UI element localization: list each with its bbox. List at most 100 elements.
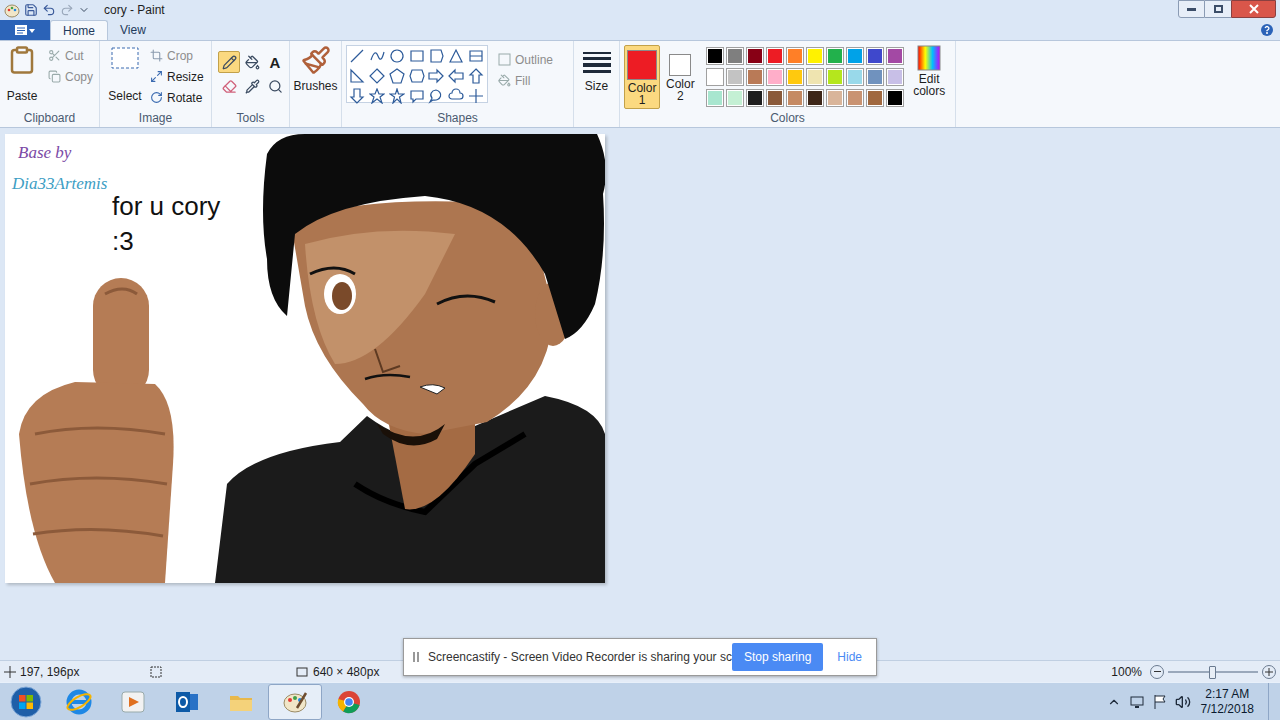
taskbar-app[interactable] bbox=[52, 684, 106, 720]
color-swatch[interactable] bbox=[826, 68, 844, 86]
show-hidden-icons-icon[interactable] bbox=[1107, 695, 1121, 709]
shape-icon[interactable] bbox=[428, 88, 444, 104]
color-swatch[interactable] bbox=[706, 68, 724, 86]
shape-icon[interactable] bbox=[369, 48, 385, 64]
copy-button[interactable]: Copy bbox=[46, 66, 95, 87]
help-icon[interactable] bbox=[1260, 23, 1274, 37]
shape-icon[interactable] bbox=[369, 88, 385, 104]
color-swatch[interactable] bbox=[866, 68, 884, 86]
ribbon-tab[interactable]: Home bbox=[50, 20, 108, 40]
color-swatch[interactable] bbox=[746, 47, 764, 65]
color-swatch[interactable] bbox=[846, 68, 864, 86]
undo-icon[interactable] bbox=[42, 3, 56, 17]
hide-button[interactable]: Hide bbox=[831, 648, 868, 666]
start-button[interactable] bbox=[0, 686, 52, 718]
customize-icon[interactable] bbox=[78, 4, 90, 16]
color2-button[interactable]: Color 2 bbox=[662, 45, 698, 109]
rotate-button[interactable]: Rotate bbox=[148, 87, 206, 108]
network-icon[interactable] bbox=[1129, 694, 1145, 710]
pencil-tool[interactable] bbox=[218, 51, 240, 73]
shape-icon[interactable] bbox=[409, 68, 425, 84]
zoom-out-button[interactable] bbox=[1150, 665, 1164, 679]
color-swatch[interactable] bbox=[866, 89, 884, 107]
save-icon[interactable] bbox=[24, 3, 38, 17]
shape-icon[interactable] bbox=[389, 88, 405, 104]
color-swatch[interactable] bbox=[746, 89, 764, 107]
color-swatch[interactable] bbox=[786, 47, 804, 65]
color-swatch[interactable] bbox=[746, 68, 764, 86]
magnifier-tool[interactable] bbox=[264, 75, 286, 97]
color-swatch[interactable] bbox=[866, 47, 884, 65]
zoom-slider[interactable] bbox=[1168, 665, 1258, 679]
color-swatch[interactable] bbox=[806, 89, 824, 107]
edit-colors-button[interactable]: Edit colors bbox=[907, 45, 951, 109]
paste-button[interactable]: Paste bbox=[4, 45, 40, 109]
color-swatch[interactable] bbox=[826, 89, 844, 107]
fill-tool[interactable] bbox=[241, 51, 263, 73]
color-swatch[interactable] bbox=[706, 89, 724, 107]
clock[interactable]: 2:17 AM7/12/2018 bbox=[1201, 687, 1254, 717]
color-swatch[interactable] bbox=[846, 47, 864, 65]
eraser-tool[interactable] bbox=[218, 75, 240, 97]
ribbon-tab[interactable]: View bbox=[108, 20, 158, 40]
taskbar-app[interactable] bbox=[322, 684, 376, 720]
taskbar-app[interactable] bbox=[160, 684, 214, 720]
redo-icon[interactable] bbox=[60, 3, 74, 17]
color-swatch[interactable] bbox=[806, 47, 824, 65]
taskbar-app[interactable] bbox=[214, 684, 268, 720]
color-swatch[interactable] bbox=[806, 68, 824, 86]
minimize-button[interactable] bbox=[1178, 0, 1205, 18]
color-swatch[interactable] bbox=[766, 47, 784, 65]
color-swatch[interactable] bbox=[786, 68, 804, 86]
text-tool[interactable]: A bbox=[264, 51, 286, 73]
shape-icon[interactable] bbox=[448, 88, 464, 104]
taskbar-app[interactable] bbox=[106, 684, 160, 720]
picker-tool[interactable] bbox=[241, 75, 263, 97]
shape-icon[interactable] bbox=[349, 48, 365, 64]
color-swatch[interactable] bbox=[726, 47, 744, 65]
stop-sharing-button[interactable]: Stop sharing bbox=[732, 643, 823, 671]
resize-button[interactable]: Resize bbox=[148, 66, 206, 87]
color1-button[interactable]: Color 1 bbox=[624, 45, 660, 109]
outline-button[interactable]: Outline bbox=[496, 49, 555, 70]
restore-button[interactable] bbox=[1205, 0, 1231, 18]
shape-icon[interactable] bbox=[468, 48, 484, 64]
color-swatch[interactable] bbox=[886, 89, 904, 107]
shapes-gallery[interactable] bbox=[346, 45, 488, 103]
select-button[interactable]: Select bbox=[104, 45, 146, 109]
color-swatch[interactable] bbox=[786, 89, 804, 107]
color-swatch[interactable] bbox=[766, 68, 784, 86]
show-desktop-button[interactable] bbox=[1268, 683, 1280, 720]
flag-icon[interactable] bbox=[1153, 694, 1167, 710]
shape-icon[interactable] bbox=[349, 68, 365, 84]
zoom-in-button[interactable] bbox=[1262, 665, 1276, 679]
canvas[interactable]: Base byDia33Artemisfor u cory:3 bbox=[5, 134, 605, 583]
color-swatch[interactable] bbox=[766, 89, 784, 107]
shape-icon[interactable] bbox=[349, 88, 365, 104]
shape-icon[interactable] bbox=[428, 48, 444, 64]
color-swatch[interactable] bbox=[826, 47, 844, 65]
file-menu-button[interactable] bbox=[0, 20, 50, 40]
volume-icon[interactable] bbox=[1175, 694, 1191, 710]
shape-icon[interactable] bbox=[409, 48, 425, 64]
color-swatch[interactable] bbox=[726, 89, 744, 107]
close-button[interactable] bbox=[1231, 0, 1276, 18]
taskbar-app[interactable] bbox=[268, 684, 322, 720]
shape-icon[interactable] bbox=[468, 68, 484, 84]
shape-icon[interactable] bbox=[448, 48, 464, 64]
brushes-button[interactable]: Brushes bbox=[294, 45, 337, 109]
cut-button[interactable]: Cut bbox=[46, 45, 95, 66]
crop-button[interactable]: Crop bbox=[148, 45, 206, 66]
shape-icon[interactable] bbox=[389, 68, 405, 84]
color-swatch[interactable] bbox=[726, 68, 744, 86]
shape-icon[interactable] bbox=[369, 68, 385, 84]
color-swatch[interactable] bbox=[886, 47, 904, 65]
fill-button[interactable]: Fill bbox=[496, 70, 555, 91]
shape-icon[interactable] bbox=[409, 88, 425, 104]
color-swatch[interactable] bbox=[886, 68, 904, 86]
size-button[interactable]: Size bbox=[578, 45, 615, 109]
shape-icon[interactable] bbox=[448, 68, 464, 84]
shape-icon[interactable] bbox=[428, 68, 444, 84]
shape-icon[interactable] bbox=[468, 88, 484, 104]
color-swatch[interactable] bbox=[706, 47, 724, 65]
